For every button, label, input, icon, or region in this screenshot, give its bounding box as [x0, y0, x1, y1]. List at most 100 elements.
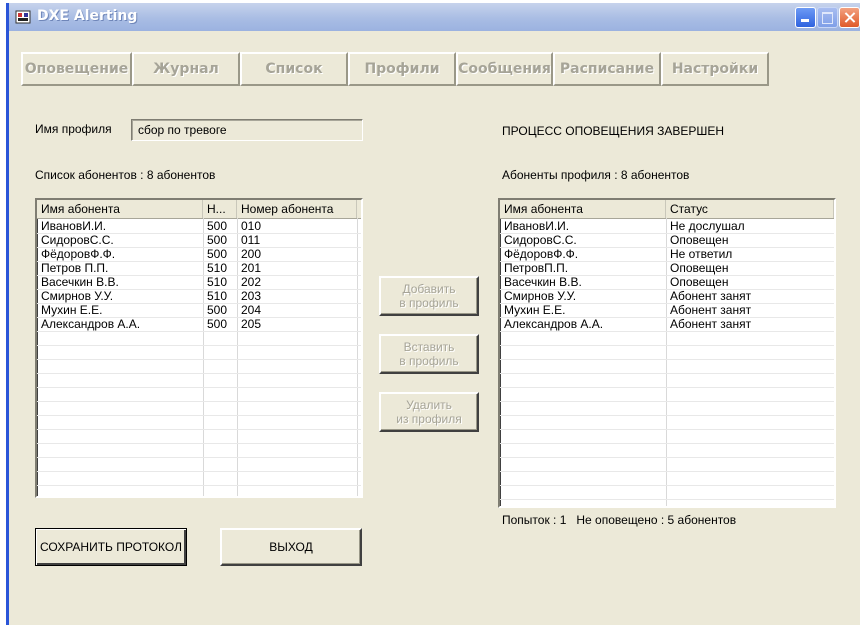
table-cell: 510: [207, 261, 228, 275]
table-cell: ФёдоровФ.Ф.: [504, 247, 579, 261]
empty-row: [37, 458, 361, 472]
table-row[interactable]: Мухин Е.Е. Абонент занят: [500, 304, 834, 318]
button-label: Вставить: [403, 340, 455, 354]
button-label: Добавить: [402, 282, 456, 296]
table-cell: 010: [241, 219, 262, 233]
profile-subscriber-list[interactable]: Имя абонента Статус ИвановИ.И. Не дослуша…: [498, 198, 836, 508]
empty-row: [500, 332, 834, 346]
empty-row: [500, 444, 834, 458]
empty-row: [37, 444, 361, 458]
table-cell: Александров А.А.: [504, 317, 604, 331]
subscriber-list-caption: Список абонентов : 8 абонентов: [35, 168, 216, 182]
empty-row: [37, 472, 361, 486]
tab-list[interactable]: Список: [240, 52, 348, 86]
table-cell: 500: [207, 233, 228, 247]
column-header-status[interactable]: Статус: [666, 200, 834, 218]
table-cell: 510: [207, 289, 228, 303]
table-cell: Смирнов У.У.: [504, 289, 577, 303]
column-header-name[interactable]: Имя абонента: [500, 200, 666, 218]
button-label: в профиль: [399, 296, 459, 310]
exit-button[interactable]: ВЫХОД: [220, 528, 362, 566]
empty-row: [500, 388, 834, 402]
table-cell: 200: [241, 247, 262, 261]
empty-row: [500, 346, 834, 360]
table-cell: Оповещен: [670, 275, 729, 289]
empty-row: [500, 374, 834, 388]
tab-profiles[interactable]: Профили: [348, 52, 456, 86]
tab-alerting[interactable]: Оповещение: [21, 52, 132, 86]
tab-schedule[interactable]: Расписание: [553, 52, 661, 86]
table-row[interactable]: Александров А.А. Абонент занят: [500, 318, 834, 332]
table-cell: 203: [241, 289, 262, 303]
add-to-profile-button[interactable]: Добавить в профиль: [379, 276, 479, 316]
table-row[interactable]: ФёдоровФ.Ф. Не ответил: [500, 248, 834, 262]
empty-row: [37, 430, 361, 444]
column-header-name[interactable]: Имя абонента: [37, 200, 203, 218]
table-row[interactable]: Мухин Е.Е. 500 204: [37, 304, 361, 318]
table-row[interactable]: ФёдоровФ.Ф. 500 200: [37, 248, 361, 262]
table-cell: Не ответил: [670, 247, 733, 261]
table-cell: Не дослушал: [670, 219, 745, 233]
table-cell: Александров А.А.: [41, 317, 141, 331]
empty-row: [500, 472, 834, 486]
close-button[interactable]: [839, 7, 860, 28]
app-logo-icon: [15, 10, 31, 24]
minimize-button[interactable]: [795, 7, 816, 28]
table-row[interactable]: Смирнов У.У. 510 203: [37, 290, 361, 304]
tab-journal[interactable]: Журнал: [132, 52, 240, 86]
table-cell: Оповещен: [670, 261, 729, 275]
table-row[interactable]: Васечкин В.В. Оповещен: [500, 276, 834, 290]
empty-row: [37, 374, 361, 388]
column-header-number[interactable]: Номер абонента: [237, 200, 357, 218]
table-cell: Мухин Е.Е.: [41, 303, 103, 317]
title-bar[interactable]: DXE Alerting: [9, 3, 860, 31]
table-cell: СидоровС.С.: [504, 233, 577, 247]
subscriber-list[interactable]: Имя абонента Н... Номер абонента ИвановИ…: [35, 198, 363, 498]
table-row[interactable]: ИвановИ.И. 500 010: [37, 220, 361, 234]
table-cell: ФёдоровФ.Ф.: [41, 247, 116, 261]
table-cell: Васечкин В.В.: [504, 275, 582, 289]
table-row[interactable]: СидоровС.С. 500 011: [37, 234, 361, 248]
insert-to-profile-button[interactable]: Вставить в профиль: [379, 334, 479, 374]
table-cell: ИвановИ.И.: [504, 219, 570, 233]
table-row[interactable]: Смирнов У.У. Абонент занят: [500, 290, 834, 304]
profile-subscribers-caption: Абоненты профиля : 8 абонентов: [502, 168, 690, 182]
list-header: Имя абонента Н... Номер абонента: [37, 200, 361, 219]
empty-row: [500, 416, 834, 430]
empty-row: [500, 486, 834, 500]
table-cell: 205: [241, 317, 262, 331]
empty-row: [37, 360, 361, 374]
window-title: DXE Alerting: [37, 8, 138, 24]
empty-row: [500, 430, 834, 444]
empty-row: [500, 402, 834, 416]
button-label: из профиля: [396, 412, 462, 426]
table-row[interactable]: Александров А.А. 500 205: [37, 318, 361, 332]
profile-name-field[interactable]: сбор по тревоге: [131, 119, 363, 141]
process-status-text: ПРОЦЕСС ОПОВЕЩЕНИЯ ЗАВЕРШЕН: [502, 124, 725, 138]
empty-row: [500, 360, 834, 374]
table-row[interactable]: ПетровП.П. Оповещен: [500, 262, 834, 276]
app-window: DXE Alerting Оповещение Журнал Список Пр…: [6, 3, 860, 625]
table-cell: 510: [207, 275, 228, 289]
remove-from-profile-button[interactable]: Удалить из профиля: [379, 392, 479, 432]
table-cell: Абонент занят: [670, 317, 752, 331]
table-cell: 500: [207, 317, 228, 331]
empty-row: [37, 402, 361, 416]
column-header-n[interactable]: Н...: [203, 200, 237, 218]
empty-row: [37, 416, 361, 430]
profile-name-label: Имя профиля: [35, 122, 112, 136]
table-cell: Абонент занят: [670, 289, 752, 303]
table-row[interactable]: Петров П.П. 510 201: [37, 262, 361, 276]
table-cell: Смирнов У.У.: [41, 289, 114, 303]
table-row[interactable]: ИвановИ.И. Не дослушал: [500, 220, 834, 234]
table-row[interactable]: СидоровС.С. Оповещен: [500, 234, 834, 248]
table-row[interactable]: Васечкин В.В. 510 202: [37, 276, 361, 290]
tab-settings[interactable]: Настройки: [661, 52, 769, 86]
table-cell: ПетровП.П.: [504, 261, 569, 275]
button-label: в профиль: [399, 354, 459, 368]
table-cell: СидоровС.С.: [41, 233, 114, 247]
tab-messages[interactable]: Сообщения: [456, 52, 553, 86]
empty-row: [37, 388, 361, 402]
footer-status-text: Попыток : 1 Не оповещено : 5 абонентов: [502, 513, 737, 527]
save-protocol-button[interactable]: СОХРАНИТЬ ПРОТОКОЛ: [35, 528, 187, 566]
